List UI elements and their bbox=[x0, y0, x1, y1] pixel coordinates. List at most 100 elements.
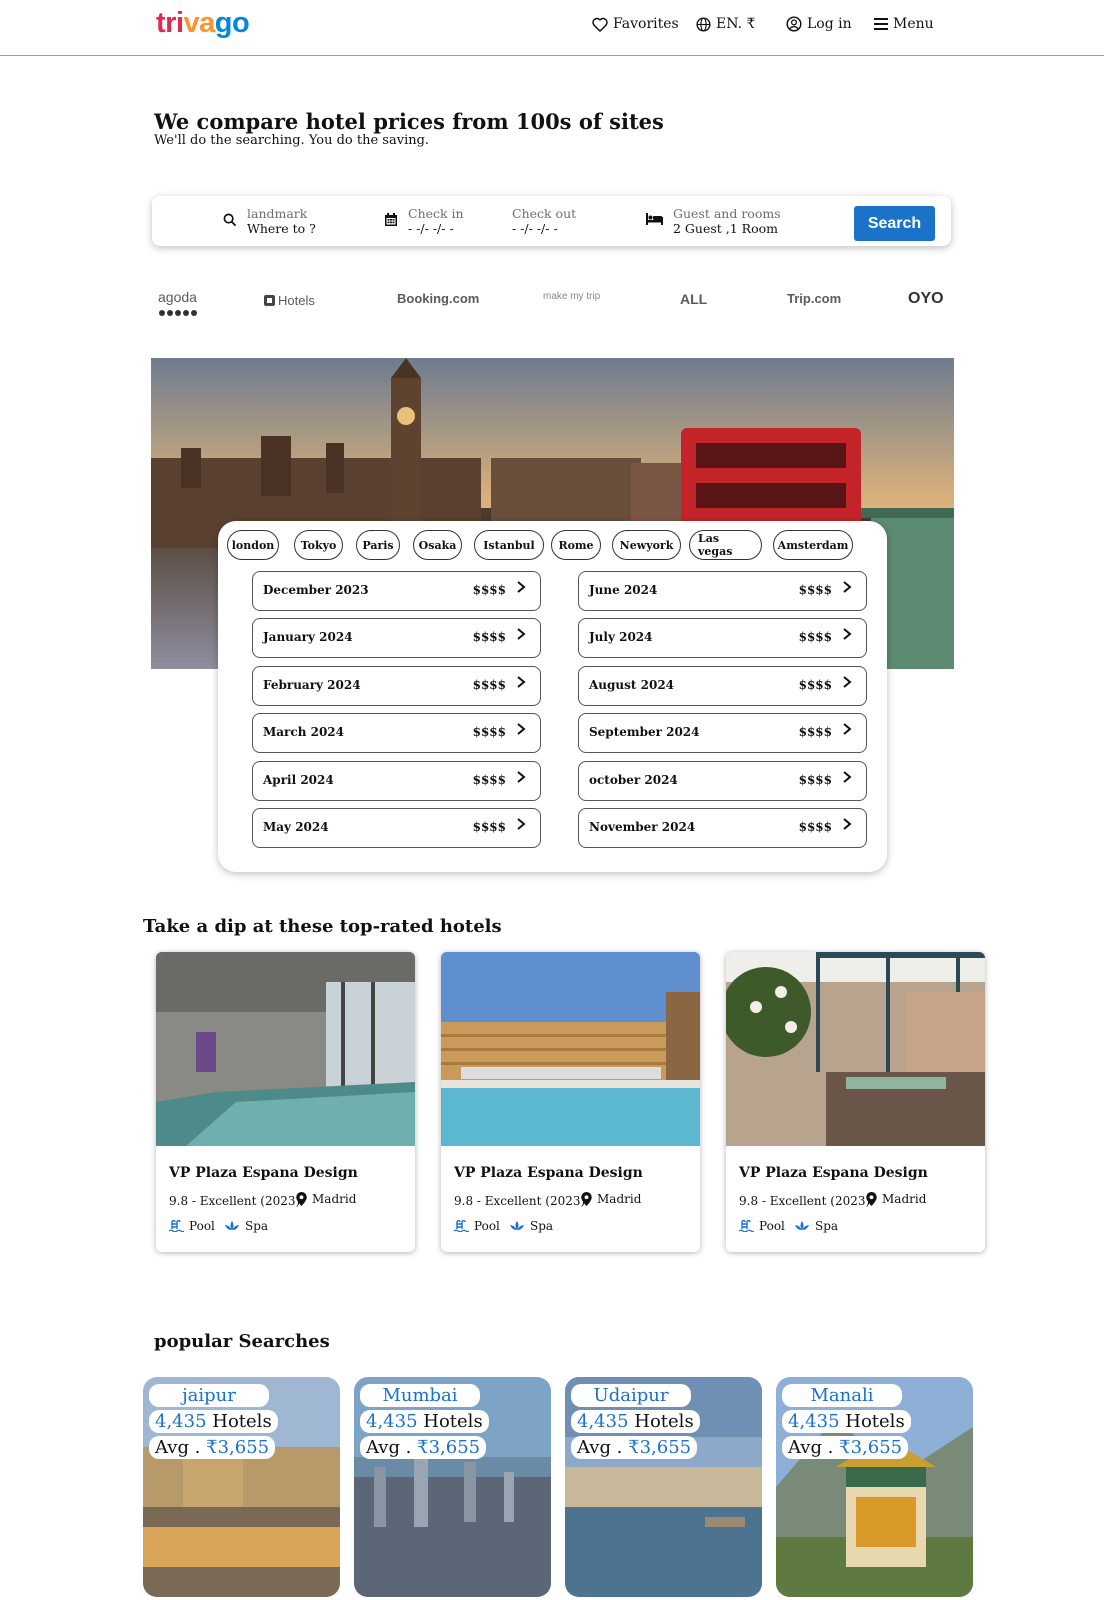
map-pin-icon bbox=[296, 1192, 307, 1206]
partner-logo-hotels: Hotels bbox=[264, 293, 315, 308]
popular-city-card[interactable]: Mumbai 4,435 Hotels Avg . ₹3,655 bbox=[354, 1377, 551, 1597]
hotel-card[interactable]: VP Plaza Espana Design 9.8 - Excellent (… bbox=[441, 952, 700, 1252]
map-pin-icon bbox=[581, 1192, 592, 1206]
favorites-label: Favorites bbox=[613, 16, 679, 32]
guests-rooms-field[interactable]: Guest and rooms 2 Guest ,1 Room bbox=[673, 206, 781, 236]
month-row[interactable]: July 2024 $$$$ bbox=[578, 618, 867, 658]
popular-avg-price: ₹3,655 bbox=[839, 1437, 903, 1458]
city-chip-rome[interactable]: Rome bbox=[551, 530, 601, 560]
check-out-label: Check out bbox=[512, 206, 577, 221]
hotel-location: Madrid bbox=[866, 1192, 926, 1206]
chevron-right-icon bbox=[843, 723, 852, 735]
popular-avg-price: ₹3,655 bbox=[206, 1437, 270, 1458]
hotel-card[interactable]: VP Plaza Espana Design 9.8 - Excellent (… bbox=[726, 952, 985, 1252]
chevron-right-icon bbox=[843, 628, 852, 640]
partner-logo-oyo: OYO bbox=[908, 290, 944, 307]
month-row[interactable]: April 2024 $$$$ bbox=[252, 761, 541, 801]
popular-searches-title: popular Searches bbox=[154, 1331, 330, 1352]
destination-label: landmark bbox=[247, 206, 308, 221]
month-row[interactable]: January 2024 $$$$ bbox=[252, 618, 541, 658]
city-chip-paris[interactable]: Paris bbox=[356, 530, 400, 560]
hotel-rating: 9.8 - Excellent (2023) bbox=[739, 1194, 871, 1208]
favorites-link[interactable]: Favorites bbox=[592, 13, 679, 35]
month-row[interactable]: September 2024 $$$$ bbox=[578, 713, 867, 753]
pool-icon bbox=[739, 1220, 754, 1232]
city-chip-osaka[interactable]: Osaka bbox=[413, 530, 462, 560]
popular-city-card[interactable]: Udaipur 4,435 Hotels Avg . ₹3,655 bbox=[565, 1377, 762, 1597]
check-in-field[interactable]: Check in - -/- -/- - bbox=[408, 206, 464, 236]
login-link[interactable]: Log in bbox=[786, 13, 852, 35]
month-row[interactable]: June 2024 $$$$ bbox=[578, 571, 867, 611]
check-in-value[interactable]: - -/- -/- - bbox=[408, 221, 464, 236]
destination-input[interactable]: Where to ? bbox=[247, 221, 316, 236]
popular-hotel-count: 4,435 bbox=[366, 1411, 418, 1432]
month-row[interactable]: May 2024 $$$$ bbox=[252, 808, 541, 848]
hotel-card[interactable]: VP Plaza Espana Design 9.8 - Excellent (… bbox=[156, 952, 415, 1252]
user-circle-icon bbox=[786, 16, 802, 32]
hotel-rating: 9.8 - Excellent (2023) bbox=[169, 1194, 301, 1208]
agoda-dots-icon bbox=[159, 310, 197, 316]
chevron-right-icon bbox=[843, 818, 852, 830]
popular-city-name: Mumbai bbox=[382, 1385, 458, 1406]
hotel-name: VP Plaza Espana Design bbox=[169, 1165, 358, 1181]
hotel-name: VP Plaza Espana Design bbox=[739, 1165, 928, 1181]
popular-city-name: Udaipur bbox=[593, 1385, 669, 1406]
popular-city-name: jaipur bbox=[182, 1385, 236, 1406]
search-button[interactable]: Search bbox=[854, 206, 935, 241]
check-out-field[interactable]: Check out - -/- -/- - bbox=[512, 206, 576, 236]
guests-rooms-label: Guest and rooms bbox=[673, 206, 781, 221]
globe-icon bbox=[696, 16, 711, 32]
trivago-logo[interactable]: trivago bbox=[156, 6, 250, 40]
partner-logo-tripcom: Trip.com bbox=[787, 291, 842, 306]
hotel-photo bbox=[726, 952, 985, 1146]
hotel-rating: 9.8 - Excellent (2023) bbox=[454, 1194, 586, 1208]
city-chip-las-vegas[interactable]: Las vegas bbox=[689, 530, 762, 560]
hero-title: We compare hotel prices from 100s of sit… bbox=[154, 109, 664, 134]
city-chip-london[interactable]: london bbox=[227, 530, 279, 560]
partner-logo-booking: Booking.com bbox=[397, 291, 480, 306]
amenity-spa: Spa bbox=[794, 1219, 838, 1233]
chevron-right-icon bbox=[517, 771, 526, 783]
city-chip-newyork[interactable]: Newyork bbox=[612, 530, 681, 560]
popular-city-name: Manali bbox=[810, 1385, 874, 1406]
popular-hotel-count: 4,435 bbox=[155, 1411, 207, 1432]
top-header: trivago Favorites EN. ₹ Log in Menu bbox=[0, 0, 1104, 56]
chevron-right-icon bbox=[517, 818, 526, 830]
guests-rooms-value[interactable]: 2 Guest ,1 Room bbox=[673, 221, 781, 236]
spa-icon bbox=[795, 1221, 809, 1230]
check-out-value[interactable]: - -/- -/- - bbox=[512, 221, 576, 236]
chevron-right-icon bbox=[517, 723, 526, 735]
month-row[interactable]: August 2024 $$$$ bbox=[578, 666, 867, 706]
popular-city-card[interactable]: jaipur 4,435 Hotels Avg . ₹3,655 bbox=[143, 1377, 340, 1597]
hotel-name: VP Plaza Espana Design bbox=[454, 1165, 643, 1181]
search-bar: landmark Where to ? Check in - -/- -/- -… bbox=[152, 196, 951, 246]
check-in-label: Check in bbox=[408, 206, 464, 221]
top-rated-hotels-title: Take a dip at these top-rated hotels bbox=[143, 916, 502, 937]
menu-button[interactable]: Menu bbox=[874, 13, 934, 35]
chevron-right-icon bbox=[517, 581, 526, 593]
month-row[interactable]: october 2024 $$$$ bbox=[578, 761, 867, 801]
language-currency-selector[interactable]: EN. ₹ bbox=[696, 13, 755, 35]
chevron-right-icon bbox=[843, 581, 852, 593]
city-chip-tokyo[interactable]: Tokyo bbox=[294, 530, 343, 560]
menu-label: Menu bbox=[893, 16, 934, 32]
amenity-spa: Spa bbox=[224, 1219, 268, 1233]
popular-city-card[interactable]: Manali 4,435 Hotels Avg . ₹3,655 bbox=[776, 1377, 973, 1597]
month-row[interactable]: March 2024 $$$$ bbox=[252, 713, 541, 753]
chevron-right-icon bbox=[843, 771, 852, 783]
amenity-pool: Pool bbox=[169, 1219, 215, 1233]
spa-icon bbox=[225, 1221, 239, 1230]
search-icon bbox=[223, 213, 237, 227]
month-row[interactable]: December 2023 $$$$ bbox=[252, 571, 541, 611]
month-row[interactable]: November 2024 $$$$ bbox=[578, 808, 867, 848]
language-label: EN. ₹ bbox=[716, 16, 756, 32]
destination-field[interactable]: landmark Where to ? bbox=[247, 206, 316, 236]
month-row[interactable]: February 2024 $$$$ bbox=[252, 666, 541, 706]
hotel-location: Madrid bbox=[296, 1192, 356, 1206]
amenity-pool: Pool bbox=[739, 1219, 785, 1233]
city-chip-istanbul[interactable]: Istanbul bbox=[474, 530, 544, 560]
city-chip-amsterdam[interactable]: Amsterdam bbox=[773, 530, 853, 560]
popular-avg-price: ₹3,655 bbox=[417, 1437, 481, 1458]
hotel-photo bbox=[156, 952, 415, 1146]
bed-icon bbox=[646, 213, 663, 225]
